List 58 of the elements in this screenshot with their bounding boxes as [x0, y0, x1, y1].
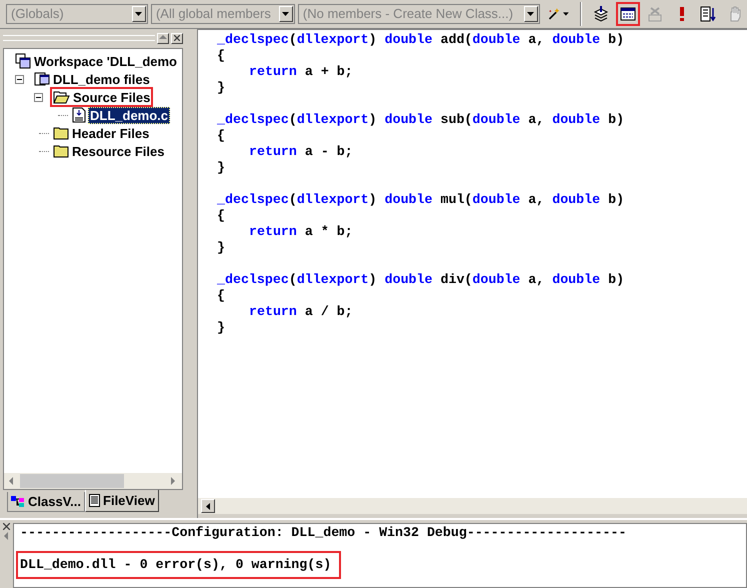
horizontal-scrollbar[interactable]: [4, 473, 182, 489]
dropdown-arrow-icon: [527, 12, 534, 16]
code-line: _declspec(dllexport) double sub(double a, double b): [217, 112, 624, 128]
code-line: return a * b;: [249, 224, 353, 240]
close-icon[interactable]: [3, 523, 10, 530]
window-icon: [620, 7, 636, 21]
class-icon: [11, 496, 25, 508]
code-line: return a / b;: [249, 304, 353, 320]
tree-item[interactable]: Resource Files: [50, 141, 168, 161]
source-file-icon: [72, 107, 86, 123]
code-line: {: [217, 208, 225, 224]
tree-item[interactable]: Workspace 'DLL_demo: [12, 51, 180, 71]
tree-item[interactable]: DLL_demo files: [31, 69, 153, 89]
scroll-right-icon: [170, 477, 178, 485]
folder-icon: [53, 126, 69, 140]
folder-icon: [53, 144, 69, 158]
open-folder-icon: [53, 90, 70, 104]
code-editor[interactable]: [198, 30, 747, 498]
code-line: {: [217, 288, 225, 304]
exclamation-icon: [678, 6, 685, 22]
hand-icon: [728, 6, 742, 22]
maximize-button[interactable]: [157, 32, 169, 44]
panel-tab[interactable]: ClassV...: [7, 492, 86, 512]
dropdown-arrow-icon: [562, 12, 569, 16]
code-line: _declspec(dllexport) double mul(double a, double b): [217, 192, 624, 208]
up-arrow-icon: [159, 34, 167, 42]
code-line: }: [217, 80, 225, 96]
code-line: return a + b;: [249, 64, 353, 80]
dropdown-arrow-icon: [135, 12, 142, 16]
dropdown-arrow-icon: [282, 12, 290, 16]
collapse-icon[interactable]: [15, 74, 24, 84]
scroll-left-icon: [206, 502, 210, 510]
scroll-left-button[interactable]: [201, 499, 215, 513]
code-line: }: [217, 240, 225, 256]
cross-icon: [646, 6, 663, 22]
left-arrow-icon: [2, 532, 10, 540]
code-line: _declspec(dllexport) double div(double a, double b): [217, 272, 624, 288]
scroll-left-icon: [8, 477, 16, 485]
code-line: }: [217, 160, 225, 176]
project-icon: [34, 71, 50, 87]
close-icon: [174, 35, 180, 41]
output-line: -------------------Configuration: DLL_demo - Win32 Debug--------------------: [19, 525, 626, 541]
tree-item[interactable]: Header Files: [50, 123, 152, 143]
code-line: return a - b;: [249, 144, 353, 160]
close-button[interactable]: [171, 32, 183, 44]
code-line: }: [217, 320, 225, 336]
stack-icon: [592, 6, 609, 22]
document-icon: [89, 494, 100, 507]
workspace-icon: [15, 53, 31, 69]
toolbar-button[interactable]: [616, 2, 640, 26]
list-arrow-icon: [700, 6, 716, 22]
code-line: {: [217, 48, 225, 64]
code-line: _declspec(dllexport) double add(double a, double b): [217, 32, 624, 48]
tree-item[interactable]: Source Files: [50, 87, 154, 107]
code-line: {: [217, 128, 225, 144]
collapse-icon[interactable]: [34, 92, 43, 102]
panel-tab[interactable]: FileView: [85, 490, 159, 512]
magic-wand-icon: [546, 6, 560, 22]
